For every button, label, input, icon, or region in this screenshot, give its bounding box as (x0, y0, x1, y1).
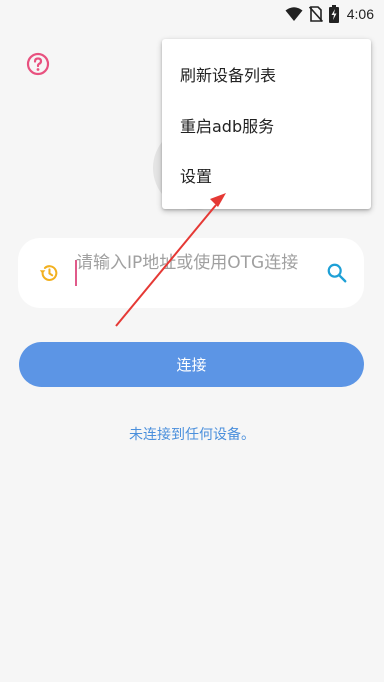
status-icons: 4:06 (285, 3, 374, 25)
overflow-menu: 刷新设备列表 重启adb服务 设置 (162, 39, 371, 209)
connection-status: 未连接到任何设备。 (129, 427, 255, 443)
status-bar: 4:06 (0, 0, 384, 28)
connect-button[interactable]: 连接 (19, 342, 364, 387)
wifi-icon (285, 7, 303, 21)
ip-input-card: 请输入IP地址或使用OTG连接 (18, 238, 364, 308)
menu-item-refresh-devices[interactable]: 刷新设备列表 (162, 49, 371, 99)
connect-button-label: 连接 (176, 356, 207, 374)
history-icon[interactable] (38, 262, 60, 284)
menu-item-label: 刷新设备列表 (180, 66, 277, 85)
search-icon[interactable] (326, 262, 348, 284)
menu-item-label: 重启adb服务 (180, 117, 275, 136)
no-sim-icon (308, 6, 323, 22)
menu-item-restart-adb[interactable]: 重启adb服务 (162, 100, 371, 150)
battery-charging-icon (328, 5, 339, 23)
status-time: 4:06 (346, 6, 374, 22)
ip-address-input[interactable]: 请输入IP地址或使用OTG连接 (76, 251, 316, 275)
menu-item-label: 设置 (180, 167, 213, 186)
help-circle-icon[interactable] (26, 52, 50, 76)
menu-item-settings[interactable]: 设置 (162, 150, 371, 200)
